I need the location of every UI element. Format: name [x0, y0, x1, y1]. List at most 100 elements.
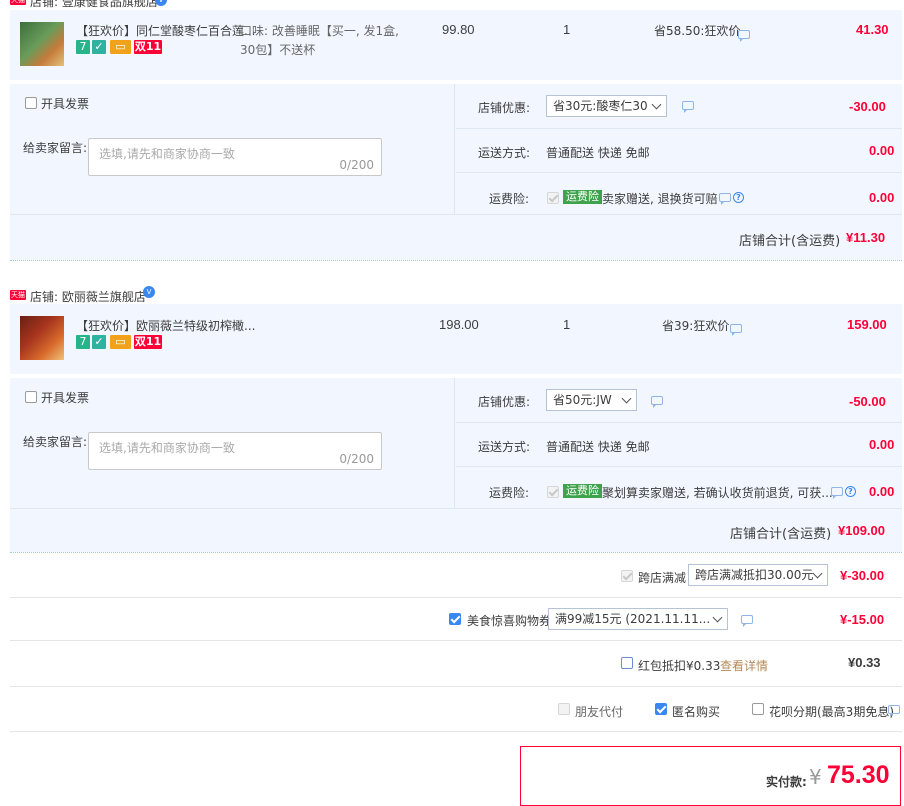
store2-insurance-amount: 0.00 — [869, 484, 895, 499]
chat-icon[interactable] — [682, 101, 694, 113]
store1-total-value: ¥11.30 — [846, 230, 886, 245]
divider — [10, 640, 902, 641]
guarantee-icon: ✓ — [92, 40, 106, 54]
divider — [10, 731, 902, 732]
credit-card-icon: ▭ — [110, 335, 131, 349]
red-packet-amount: ¥0.33 — [848, 655, 881, 670]
store1-coupon-value: 省30元:酸枣仁30 — [553, 99, 648, 113]
help-icon[interactable]: ? — [845, 486, 856, 497]
chevron-down-icon — [651, 99, 662, 110]
verified-icon: V — [143, 286, 155, 298]
friend-pay-checkbox — [558, 703, 570, 715]
chat-icon[interactable] — [831, 487, 843, 499]
store1-shipping-label: 运送方式: — [478, 146, 531, 160]
store2-memo-label: 给卖家留言: — [23, 435, 88, 449]
red-packet-detail-link[interactable]: 查看详情 — [720, 657, 768, 674]
store2-product-image[interactable] — [20, 316, 64, 360]
divider — [10, 214, 902, 215]
store2-shipping-amount: 0.00 — [869, 437, 895, 452]
double11-badge: 双11 — [134, 40, 162, 54]
credit-card-icon: ▭ — [110, 40, 131, 54]
store2-name[interactable]: 店铺: 欧丽薇兰旗舰店 — [30, 288, 146, 305]
tmall-store-icon: 天猫 — [10, 290, 26, 300]
chat-icon[interactable] — [651, 396, 663, 408]
store1-unit-price: 99.80 — [442, 22, 475, 37]
store2-memo-input[interactable]: 选填,请先和商家协商一致 0/200 — [88, 432, 382, 470]
divider — [454, 84, 455, 214]
chat-icon[interactable] — [888, 705, 900, 717]
store2-subtotal: 159.00 — [847, 317, 887, 332]
payment-amount: 75.30 — [827, 761, 890, 789]
memo-char-count: 0/200 — [339, 158, 374, 172]
divider — [456, 466, 902, 467]
anonymous-label[interactable]: 匿名购买 — [672, 703, 720, 720]
store1-invoice-label[interactable]: 开具发票 — [41, 95, 89, 112]
store2-coupon-value: 省50元:JW — [553, 393, 612, 407]
store2-coupon-amount: -50.00 — [849, 394, 886, 409]
insurance-badge: 运费险 — [563, 190, 602, 204]
store1-product-title[interactable]: 【狂欢价】同仁堂酸枣仁百合莲... — [76, 22, 255, 39]
divider — [10, 552, 902, 553]
divider — [10, 260, 902, 261]
store1-memo-input[interactable]: 选填,请先和商家协商一致 0/200 — [88, 138, 382, 176]
store2-insurance-text: 聚划算卖家赠送, 若确认收货前退货, 可获... — [602, 486, 833, 500]
store2-shipping-label: 运送方式: — [478, 440, 531, 454]
divider — [456, 422, 902, 423]
store2-invoice-label[interactable]: 开具发票 — [41, 389, 89, 406]
store1-insurance-checkbox — [547, 192, 559, 204]
store2-invoice-checkbox[interactable] — [25, 391, 37, 403]
store1-insurance-text: 卖家赠送, 退换货可赔 — [602, 192, 718, 206]
store1-coupon-label: 店铺优惠: — [478, 101, 531, 115]
store2-quantity: 1 — [563, 317, 571, 332]
memo-placeholder: 选填,请先和商家协商一致 — [99, 147, 235, 161]
food-coupon-select[interactable]: 满99减15元 (2021.11.11... — [548, 608, 728, 630]
red-packet-label[interactable]: 红包抵扣¥0.33 — [638, 657, 720, 674]
store1-quantity: 1 — [563, 22, 571, 37]
seven-day-return-icon: 7 — [76, 335, 90, 349]
currency-symbol: ¥ — [809, 765, 822, 789]
store2-coupon-label: 店铺优惠: — [478, 395, 531, 409]
store1-sku-line1: 口味: 改善睡眠【买一, 发1盒, — [240, 24, 399, 38]
food-coupon-checkbox[interactable] — [449, 613, 461, 625]
chevron-down-icon — [712, 612, 723, 623]
chat-icon[interactable] — [738, 30, 750, 42]
store2-insurance-checkbox — [547, 486, 559, 498]
anonymous-checkbox[interactable] — [655, 703, 667, 715]
store2-shipping-value: 普通配送 快递 免邮 — [546, 440, 650, 454]
chevron-down-icon — [621, 393, 632, 404]
divider — [10, 508, 902, 509]
store1-insurance-label: 运费险: — [489, 192, 530, 206]
food-coupon-label[interactable]: 美食惊喜购物券 — [467, 612, 551, 629]
divider — [10, 597, 902, 598]
huabei-checkbox[interactable] — [752, 703, 764, 715]
cross-store-select[interactable]: 跨店满减抵扣30.00元 — [688, 564, 828, 586]
huabei-label[interactable]: 花呗分期(最高3期免息) — [769, 703, 894, 720]
chat-icon[interactable] — [719, 193, 731, 205]
store1-invoice-checkbox[interactable] — [25, 97, 37, 109]
store2-total-label: 店铺合计(含运费) — [730, 527, 832, 542]
help-icon[interactable]: ? — [733, 192, 744, 203]
store2-unit-price: 198.00 — [439, 317, 479, 332]
chevron-down-icon — [812, 568, 823, 579]
store1-coupon-amount: -30.00 — [849, 99, 886, 114]
store2-product-title[interactable]: 【狂欢价】欧丽薇兰特级初榨橄... — [76, 317, 255, 334]
red-packet-checkbox[interactable] — [621, 657, 633, 669]
food-coupon-amount: ¥-15.00 — [840, 612, 885, 627]
insurance-badge: 运费险 — [563, 484, 602, 498]
chat-icon[interactable] — [741, 615, 753, 627]
cross-store-value: 跨店满减抵扣30.00元 — [695, 568, 814, 582]
store2-coupon-select[interactable]: 省50元:JW — [546, 389, 637, 411]
divider — [454, 378, 455, 508]
store1-shipping-value: 普通配送 快递 免邮 — [546, 146, 650, 160]
double11-badge: 双11 — [134, 335, 162, 349]
store2-discount: 省39:狂欢价 — [662, 319, 730, 333]
friend-pay-label: 朋友代付 — [575, 705, 624, 719]
store1-shipping-amount: 0.00 — [869, 143, 895, 158]
store1-name[interactable]: 店铺: 壹康健食品旗舰店 — [30, 0, 158, 10]
chat-icon[interactable] — [730, 324, 742, 336]
store1-coupon-select[interactable]: 省30元:酸枣仁30 — [546, 95, 667, 117]
store1-product-image[interactable] — [20, 22, 64, 66]
store1-total-label: 店铺合计(含运费) — [739, 234, 841, 249]
guarantee-icon: ✓ — [92, 335, 106, 349]
tmall-store-icon: 天猫 — [10, 0, 26, 5]
